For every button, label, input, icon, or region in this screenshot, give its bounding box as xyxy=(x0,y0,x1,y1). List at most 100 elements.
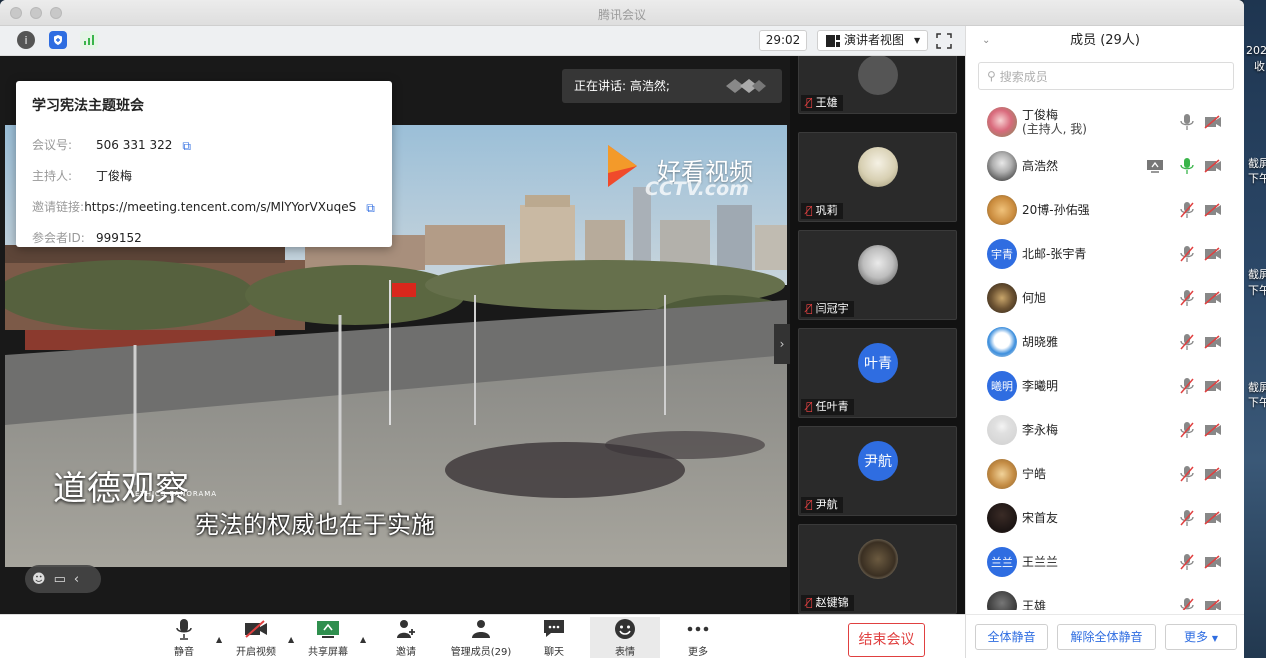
emoji-icon[interactable]: ☻ xyxy=(32,572,46,587)
member-row[interactable]: 何旭 xyxy=(966,276,1244,320)
participant-name-tag: 🎙̸ 王雄 xyxy=(801,95,843,111)
desktop-file-label[interactable]: 截屏 xyxy=(1248,268,1266,282)
meeting-subject: 学习宪法主题班会 xyxy=(32,98,144,114)
camera-off-icon[interactable] xyxy=(1204,159,1222,173)
mic-muted-icon[interactable] xyxy=(1179,289,1195,307)
member-row[interactable]: 曦明 李曦明 xyxy=(966,364,1244,408)
share-options-caret-icon[interactable]: ▲ xyxy=(360,635,366,644)
meeting-top-bar: i 29:02 演讲者视图 ▼ xyxy=(0,26,965,56)
smiley-icon xyxy=(613,617,637,641)
member-row[interactable]: 宋首友 xyxy=(966,496,1244,540)
unmute-all-button[interactable]: 解除全体静音 xyxy=(1057,624,1156,650)
participant-tile[interactable]: 🎙̸ 赵键锦 xyxy=(798,524,957,614)
chat-label: 聊天 xyxy=(544,647,564,658)
toggle-gallery-arrow-icon[interactable]: › xyxy=(774,324,790,364)
member-row[interactable]: 王雄 xyxy=(966,584,1244,610)
collapse-chevron-icon[interactable]: ⌄ xyxy=(982,26,990,56)
search-icon: ⚲ xyxy=(987,69,996,83)
participant-name: 闫冠宇 xyxy=(815,302,849,315)
camera-off-icon[interactable] xyxy=(1204,203,1222,217)
fullscreen-icon[interactable] xyxy=(935,32,953,50)
collapse-arrow-icon[interactable]: ‹ xyxy=(74,572,79,587)
mic-muted-icon[interactable] xyxy=(1179,333,1195,351)
title-bar[interactable]: 腾讯会议 xyxy=(0,0,1244,26)
microphone-active-icon[interactable] xyxy=(1179,157,1195,175)
mic-muted-icon[interactable] xyxy=(1179,597,1195,610)
camera-off-icon[interactable] xyxy=(1204,423,1222,437)
member-row[interactable]: 宇青 北邮-张宇青 xyxy=(966,232,1244,276)
meeting-id-row: 会议号: 506 331 322 ⧉ xyxy=(32,129,376,160)
avatar xyxy=(858,56,898,95)
invite-label: 邀请 xyxy=(396,647,416,658)
member-row[interactable]: 丁俊梅 (主持人, 我) xyxy=(966,100,1244,144)
mute-all-button[interactable]: 全体静音 xyxy=(975,624,1048,650)
video-watermark-sub: CCTV.com xyxy=(645,178,749,200)
mic-muted-icon[interactable] xyxy=(1179,465,1195,483)
camera-off-icon[interactable] xyxy=(1204,555,1222,569)
mic-muted-icon[interactable] xyxy=(1179,553,1195,571)
info-icon[interactable]: i xyxy=(17,31,35,49)
security-shield-icon[interactable] xyxy=(49,31,67,49)
chat-button[interactable]: 聊天 xyxy=(519,617,589,658)
members-more-button[interactable]: 更多 ▼ xyxy=(1165,624,1237,650)
participant-tile[interactable]: 🎙̸ 闫冠宇 xyxy=(798,230,957,320)
member-search-input[interactable]: ⚲ 搜索成员 xyxy=(978,62,1234,90)
members-title: 成员 (29人) xyxy=(1070,33,1140,48)
mic-muted-icon[interactable] xyxy=(1179,201,1195,219)
network-signal-icon[interactable] xyxy=(80,31,98,49)
mic-muted-icon: 🎙̸ xyxy=(806,96,813,109)
camera-off-icon[interactable] xyxy=(1204,511,1222,525)
member-row[interactable]: 高浩然 xyxy=(966,144,1244,188)
mute-button[interactable]: 静音 xyxy=(149,617,219,658)
participant-tile[interactable]: 🎙̸ 巩莉 xyxy=(798,132,957,222)
member-name: 20博-孙佑强 xyxy=(1022,203,1090,217)
mic-muted-icon[interactable] xyxy=(1179,509,1195,527)
camera-off-icon[interactable] xyxy=(1204,379,1222,393)
meeting-id-value[interactable]: 506 331 322 xyxy=(96,138,172,152)
text-avatar: 尹航 xyxy=(858,441,898,481)
camera-off-icon[interactable] xyxy=(1204,247,1222,261)
caret-down-icon: ▼ xyxy=(914,36,921,45)
participant-name-tag: 🎙̸ 任叶青 xyxy=(801,399,854,415)
copy-icon[interactable]: ⧉ xyxy=(182,139,194,153)
start-video-label: 开启视频 xyxy=(236,647,276,658)
camera-off-icon[interactable] xyxy=(1204,335,1222,349)
camera-off-icon[interactable] xyxy=(1204,599,1222,610)
mic-muted-icon[interactable] xyxy=(1179,377,1195,395)
end-meeting-button[interactable]: 结束会议 xyxy=(848,623,925,657)
chat-bubble-icon[interactable]: ▭ xyxy=(54,572,66,587)
participant-tile[interactable]: 尹航 🎙̸ 尹航 xyxy=(798,426,957,516)
info-label: 会议号: xyxy=(32,138,73,152)
camera-off-icon[interactable] xyxy=(1204,115,1222,129)
participant-tile[interactable]: 🎙̸ 王雄 xyxy=(798,56,957,114)
more-button[interactable]: 更多 xyxy=(663,617,733,658)
participant-tile[interactable]: 叶青 🎙̸ 任叶青 xyxy=(798,328,957,418)
mic-muted-icon[interactable] xyxy=(1179,421,1195,439)
reaction-button[interactable]: 表情 xyxy=(590,617,660,658)
member-row[interactable]: 宁皓 xyxy=(966,452,1244,496)
camera-off-icon[interactable] xyxy=(1204,291,1222,305)
copy-icon[interactable]: ⧉ xyxy=(366,201,376,215)
speaking-indicator: 正在讲话: 高浩然; xyxy=(562,69,782,103)
mic-muted-icon[interactable] xyxy=(1179,245,1195,263)
more-dots-icon xyxy=(686,617,710,641)
manage-members-button[interactable]: 管理成员(29) xyxy=(446,617,516,658)
invite-link-value[interactable]: https://meeting.tencent.com/s/MlYYorVXuq… xyxy=(84,200,356,214)
invite-button[interactable]: 邀请 xyxy=(371,617,441,658)
start-video-button[interactable]: 开启视频 xyxy=(221,617,291,658)
member-row[interactable]: 李永梅 xyxy=(966,408,1244,452)
microphone-icon[interactable] xyxy=(1179,113,1195,131)
view-mode-dropdown[interactable]: 演讲者视图 ▼ xyxy=(817,30,928,51)
desktop-file-label[interactable]: 截屏 xyxy=(1248,381,1266,395)
participant-id-value: 999152 xyxy=(96,230,142,245)
member-row[interactable]: 兰兰 王兰兰 xyxy=(966,540,1244,584)
member-name: 北邮-张宇青 xyxy=(1022,247,1087,261)
share-screen-button[interactable]: 共享屏幕 xyxy=(293,617,363,658)
meeting-toolbar: 静音 ▲ 开启视频 ▲ 共享屏幕 ▲ 邀请 管理成员(29) 聊天 表情 更多 … xyxy=(0,614,965,658)
member-row[interactable]: 胡晓雅 xyxy=(966,320,1244,364)
reaction-bar[interactable]: ☻ ▭ ‹ xyxy=(25,565,101,593)
members-footer: 全体静音 解除全体静音 更多 ▼ xyxy=(966,614,1244,658)
camera-off-icon[interactable] xyxy=(1204,467,1222,481)
member-row[interactable]: 20博-孙佑强 xyxy=(966,188,1244,232)
desktop-file-label[interactable]: 截屏 xyxy=(1248,157,1266,171)
